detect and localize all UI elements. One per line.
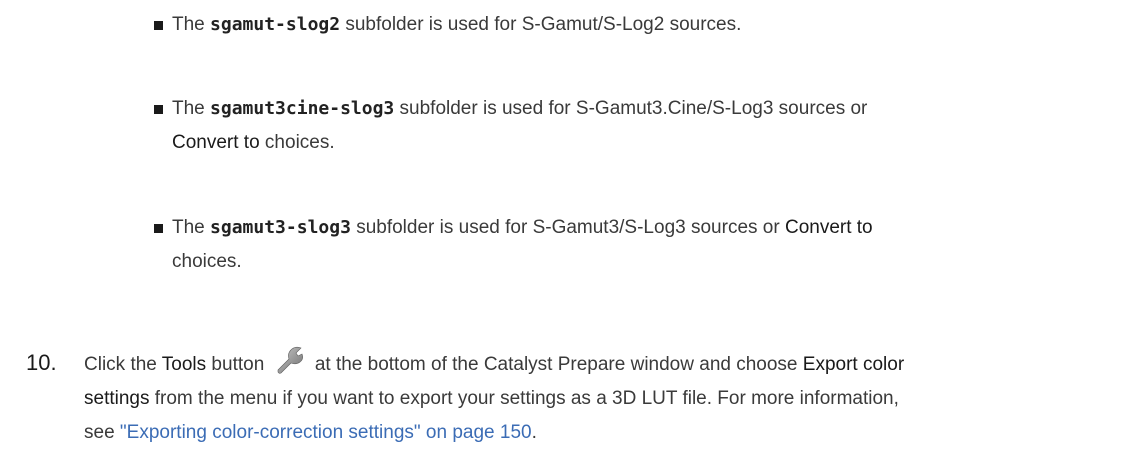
list-item: The sgamut-slog2 subfolder is used for S…: [154, 8, 1092, 42]
list-item: The sgamut3cine-slog3 subfolder is used …: [154, 92, 1092, 160]
folder-name: sgamut3-slog3: [210, 217, 351, 238]
step-number: 10.: [26, 350, 57, 375]
bullet-text: The: [172, 98, 211, 119]
folder-name: sgamut3cine-slog3: [210, 98, 395, 119]
ui-term: Export color: [802, 354, 905, 375]
bullet-text: subfolder is used for S-Gamut3/S-Log3 so…: [350, 217, 785, 238]
bullet-text: choices.: [259, 132, 335, 153]
folder-name: sgamut-slog2: [210, 14, 341, 35]
ui-term: Convert to: [172, 132, 260, 153]
ui-term: Tools: [161, 354, 207, 375]
wrench-icon: [274, 346, 306, 374]
step-text: Click the: [84, 354, 162, 375]
bullet-text: The: [172, 217, 211, 238]
cross-reference-link[interactable]: "Exporting color-correction settings" on…: [120, 422, 532, 443]
step-text: at the bottom of the Catalyst Prepare wi…: [309, 354, 803, 375]
step-body: Click the Tools button at the bottom of …: [84, 346, 1131, 450]
bullet-text: The: [172, 14, 211, 35]
ui-term: settings: [84, 388, 150, 409]
document-page: The sgamut-slog2 subfolder is used for S…: [0, 0, 1131, 443]
ui-term: Convert to: [784, 217, 873, 238]
list-item: The sgamut3-slog3 subfolder is used for …: [154, 211, 1092, 279]
bullet-square: [154, 21, 163, 30]
step-text: .: [531, 422, 537, 443]
step-text: from the menu if you want to export your…: [149, 388, 899, 409]
bullet-square: [154, 105, 163, 114]
bullet-square: [154, 224, 163, 233]
step-text: see: [84, 422, 120, 443]
bullet-text: subfolder is used for S-Gamut/S-Log2 sou…: [340, 14, 742, 35]
bullet-text: choices.: [172, 251, 242, 272]
step-text: button: [206, 354, 270, 375]
bullet-text: subfolder is used for S-Gamut3.Cine/S-Lo…: [394, 98, 868, 119]
